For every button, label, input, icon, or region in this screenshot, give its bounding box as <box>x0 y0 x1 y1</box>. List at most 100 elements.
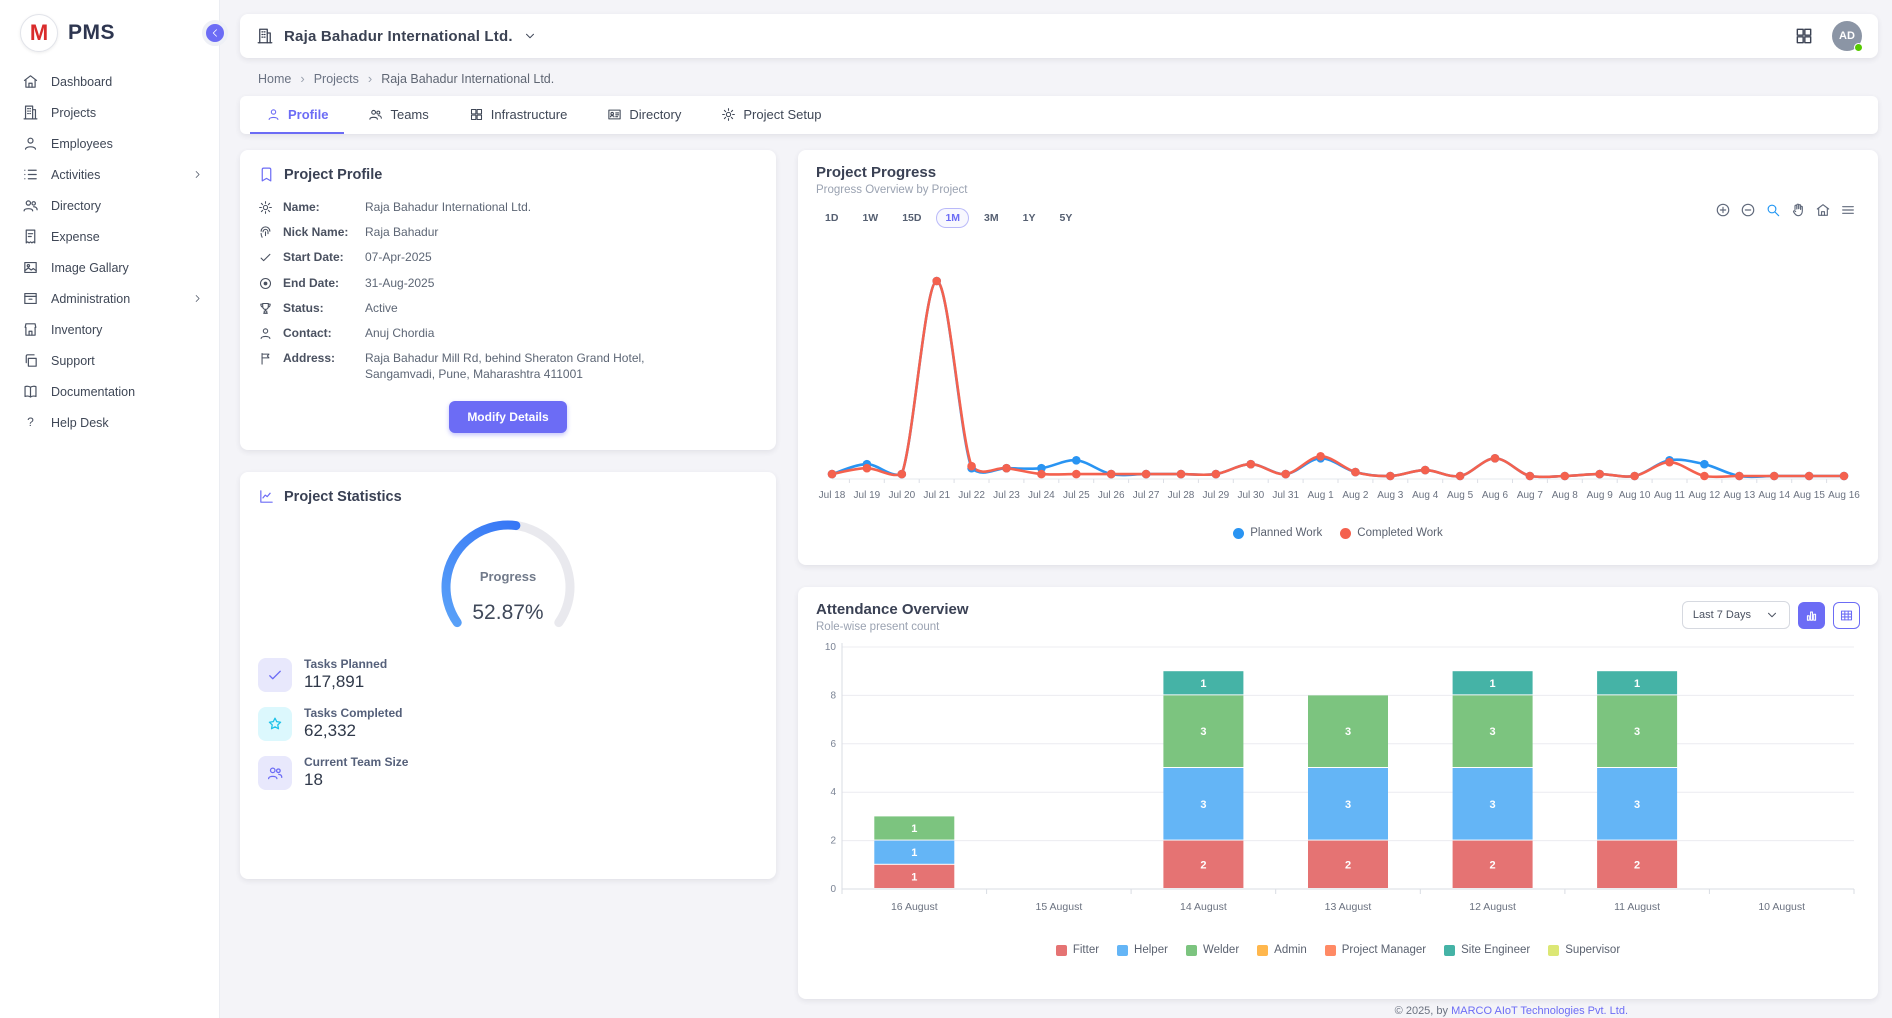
sidebar-item-label: Inventory <box>51 323 203 337</box>
sidebar-item-support[interactable]: Support <box>0 345 219 376</box>
stat-current-team-size: Current Team Size18 <box>258 755 758 790</box>
profile-field: Nick Name:Raja Bahadur <box>258 224 758 240</box>
legend-item-planned-work[interactable]: Planned Work <box>1233 527 1322 539</box>
svg-text:8: 8 <box>830 690 836 701</box>
legend-item-project-manager[interactable]: Project Manager <box>1325 944 1426 956</box>
legend-swatch <box>1186 945 1197 956</box>
field-value: Raja Bahadur International Ltd. <box>365 199 531 215</box>
chart-toolbar <box>1715 202 1856 218</box>
breadcrumb: Home›Projects›Raja Bahadur International… <box>240 58 1878 96</box>
minus-circle-icon[interactable] <box>1740 202 1756 218</box>
magnifier-icon[interactable] <box>1765 202 1781 218</box>
sidebar-item-expense[interactable]: Expense <box>0 221 219 252</box>
sidebar-item-administration[interactable]: Administration <box>0 283 219 314</box>
range-button-1y[interactable]: 1Y <box>1014 208 1045 228</box>
range-button-15d[interactable]: 15D <box>893 208 930 228</box>
progress-card-title: Project Progress <box>816 164 1860 181</box>
home2-icon[interactable] <box>1815 202 1831 218</box>
range-button-1m[interactable]: 1M <box>936 208 969 228</box>
people-icon <box>368 107 383 122</box>
grid4-icon <box>469 107 484 122</box>
field-label: Status: <box>283 300 355 316</box>
sidebar-item-image-gallary[interactable]: Image Gallary <box>0 252 219 283</box>
user-avatar[interactable]: AD <box>1832 21 1862 51</box>
building-icon <box>22 104 39 121</box>
sidebar-item-label: Activities <box>51 168 180 182</box>
svg-text:3: 3 <box>1345 799 1351 811</box>
svg-text:6: 6 <box>830 739 836 750</box>
bookmark-icon <box>258 166 275 183</box>
sidebar-collapse-button[interactable] <box>202 20 228 46</box>
tab-project-setup[interactable]: Project Setup <box>705 96 837 134</box>
svg-text:Aug 2: Aug 2 <box>1342 490 1369 501</box>
sidebar-item-documentation[interactable]: Documentation <box>0 376 219 407</box>
range-button-1w[interactable]: 1W <box>853 208 887 228</box>
sidebar-item-activities[interactable]: Activities <box>0 159 219 190</box>
svg-text:Aug 16: Aug 16 <box>1828 490 1860 501</box>
range-button-3m[interactable]: 3M <box>975 208 1008 228</box>
field-value: Raja Bahadur <box>365 224 438 240</box>
range-button-5y[interactable]: 5Y <box>1050 208 1081 228</box>
sidebar-item-employees[interactable]: Employees <box>0 128 219 159</box>
breadcrumb-item[interactable]: Home <box>258 72 291 86</box>
tab-profile[interactable]: Profile <box>250 96 344 134</box>
svg-text:Aug 1: Aug 1 <box>1308 490 1335 501</box>
plus-circle-icon[interactable] <box>1715 202 1731 218</box>
range-button-1d[interactable]: 1D <box>816 208 847 228</box>
header: Raja Bahadur International Ltd. AD <box>240 14 1878 58</box>
sidebar-item-inventory[interactable]: Inventory <box>0 314 219 345</box>
legend-item-admin[interactable]: Admin <box>1257 944 1307 956</box>
svg-text:3: 3 <box>1490 799 1496 811</box>
sidebar-item-help-desk[interactable]: ?Help Desk <box>0 407 219 438</box>
company-selector[interactable]: Raja Bahadur International Ltd. <box>256 27 537 45</box>
legend-item-welder[interactable]: Welder <box>1186 944 1239 956</box>
project-profile-card: Project Profile Name:Raja Bahadur Intern… <box>240 150 776 450</box>
tab-teams[interactable]: Teams <box>352 96 444 134</box>
stat-tasks-completed: Tasks Completed62,332 <box>258 706 758 741</box>
legend-item-helper[interactable]: Helper <box>1117 944 1168 956</box>
person-icon <box>22 135 39 152</box>
statistics-card-title: Project Statistics <box>284 489 402 505</box>
legend-item-site-engineer[interactable]: Site Engineer <box>1444 944 1530 956</box>
tab-infrastructure[interactable]: Infrastructure <box>453 96 584 134</box>
sidebar-item-directory[interactable]: Directory <box>0 190 219 221</box>
profile-field: Status:Active <box>258 300 758 316</box>
legend-swatch <box>1548 945 1559 956</box>
legend-label: Completed Work <box>1357 527 1442 539</box>
legend-item-completed-work[interactable]: Completed Work <box>1340 527 1442 539</box>
attendance-card-title: Attendance Overview <box>816 601 969 618</box>
bar-view-button[interactable] <box>1798 602 1825 629</box>
progress-card-subtitle: Progress Overview by Project <box>816 184 1860 196</box>
tab-directory[interactable]: Directory <box>591 96 697 134</box>
trophy-icon <box>258 300 273 315</box>
legend-item-supervisor[interactable]: Supervisor <box>1548 944 1620 956</box>
gear-icon <box>721 107 736 122</box>
stat-value: 117,891 <box>304 672 387 692</box>
date-range-select[interactable]: Last 7 Days <box>1682 601 1790 629</box>
team-icon <box>258 756 292 790</box>
field-label: Contact: <box>283 325 355 341</box>
svg-text:4: 4 <box>830 787 836 798</box>
svg-text:10: 10 <box>825 642 837 653</box>
footer-link[interactable]: MARCO AIoT Technologies Pvt. Ltd. <box>1451 1005 1628 1017</box>
legend-label: Supervisor <box>1565 944 1620 956</box>
hand-icon[interactable] <box>1790 202 1806 218</box>
sidebar-nav: DashboardProjectsEmployees Activities Dire… <box>0 66 219 438</box>
bar-chart-icon <box>1804 608 1819 623</box>
svg-text:Aug 3: Aug 3 <box>1377 490 1404 501</box>
sidebar-item-projects[interactable]: Projects <box>0 97 219 128</box>
apps-grid-button[interactable] <box>1794 25 1816 47</box>
field-label: End Date: <box>283 275 355 291</box>
svg-text:Jul 31: Jul 31 <box>1272 490 1299 501</box>
stat-label: Current Team Size <box>304 755 408 769</box>
menu-icon[interactable] <box>1840 202 1856 218</box>
table-view-button[interactable] <box>1833 602 1860 629</box>
legend-item-fitter[interactable]: Fitter <box>1056 944 1099 956</box>
fingerprint-icon <box>258 224 273 239</box>
stat-text: Tasks Planned117,891 <box>304 657 387 692</box>
modify-details-button[interactable]: Modify Details <box>449 401 566 433</box>
breadcrumb-item[interactable]: Projects <box>314 72 359 86</box>
sidebar-item-dashboard[interactable]: Dashboard <box>0 66 219 97</box>
svg-text:1: 1 <box>1490 678 1496 690</box>
chart-line-icon <box>258 488 275 505</box>
